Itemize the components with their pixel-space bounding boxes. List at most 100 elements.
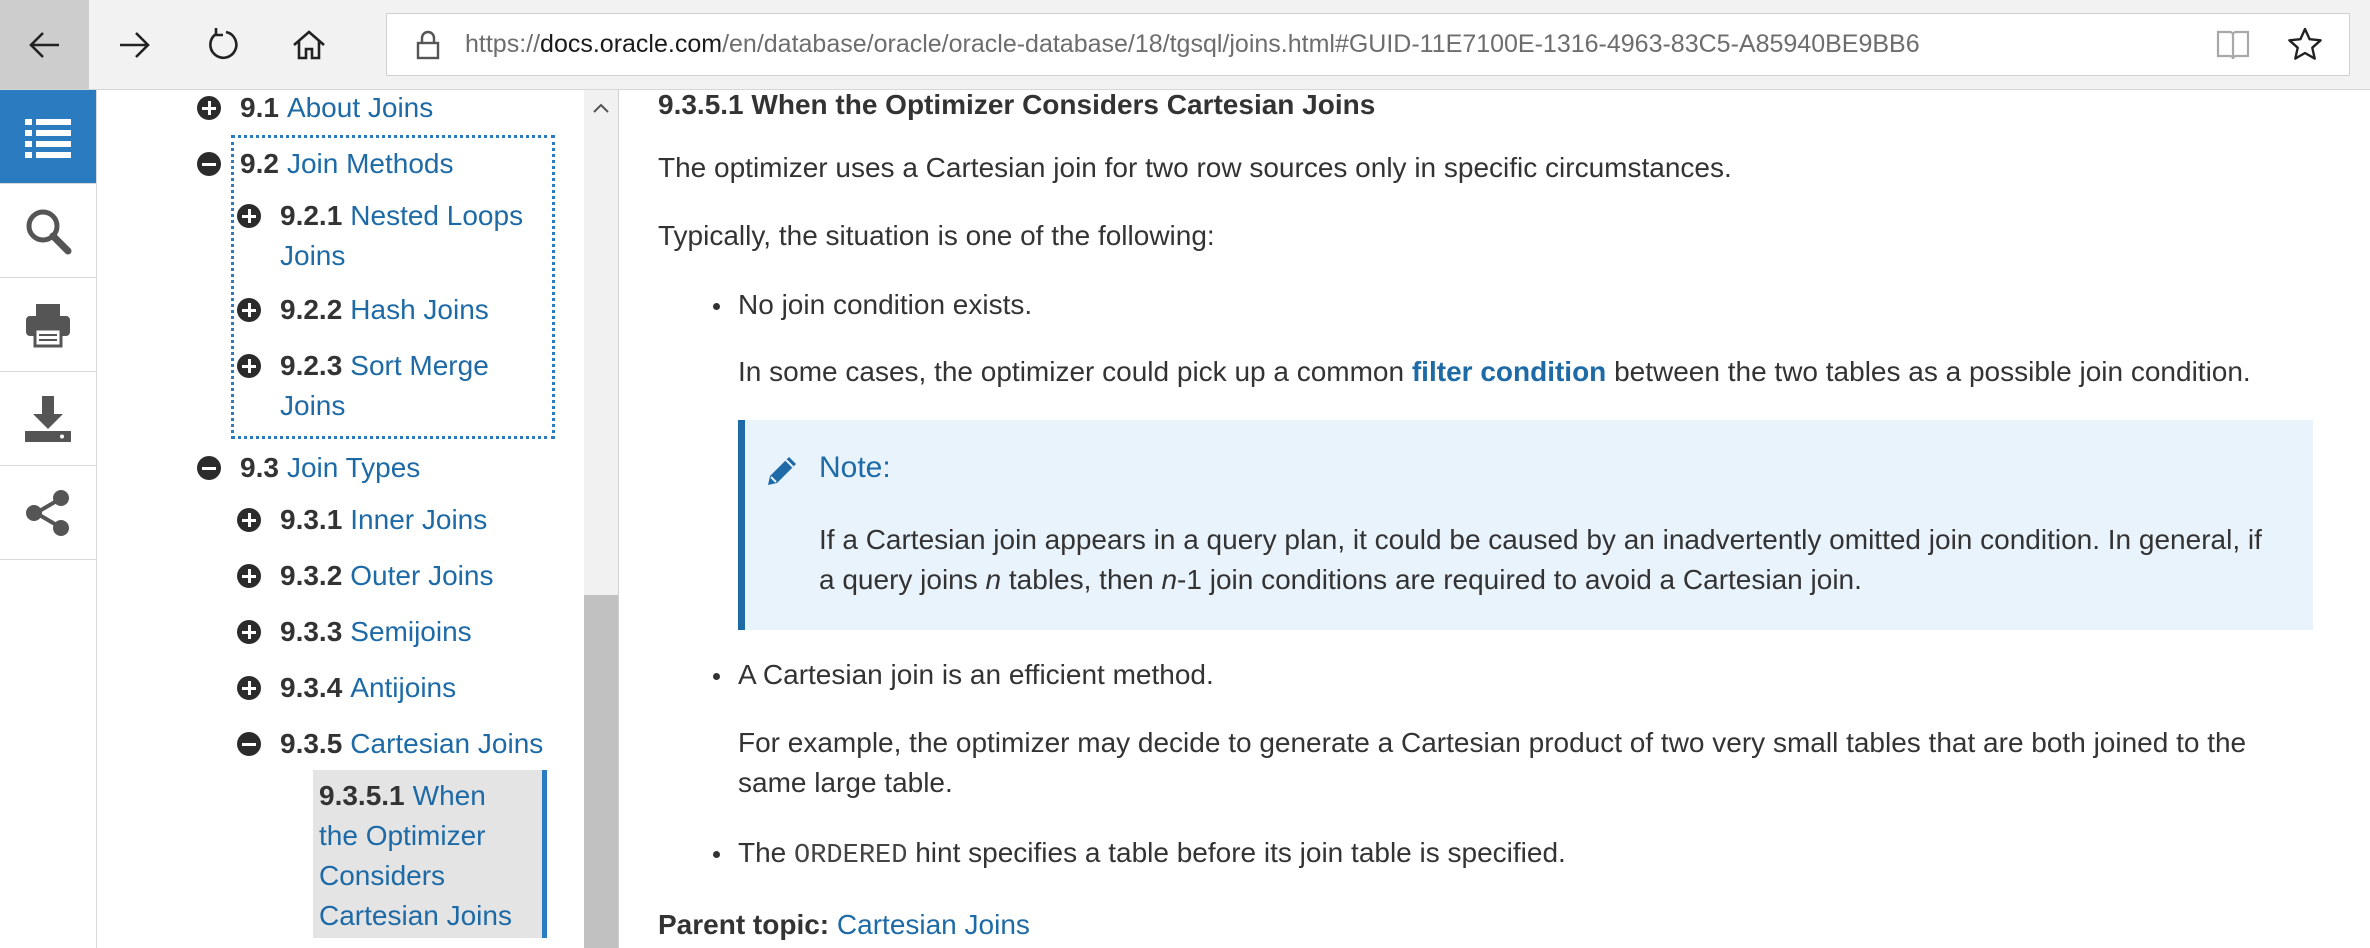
expand-plus-icon[interactable] <box>237 508 261 532</box>
arrow-left-icon <box>28 31 59 58</box>
parent-topic-link[interactable]: Cartesian Joins <box>837 909 1030 940</box>
expand-plus-icon[interactable] <box>237 204 261 228</box>
italic-n: n <box>985 564 1002 595</box>
toc-label: Nested Loops <box>350 200 524 231</box>
toc-item-sort-merge-joins-wrap[interactable]: Joins <box>280 386 345 426</box>
typically-paragraph: Typically, the situation is one of the f… <box>658 220 1215 251</box>
toc-item-join-types[interactable]: 9.3 Join Types <box>240 448 420 488</box>
toc-item-nested-loops-joins[interactable]: 9.2.1 Nested Loops <box>280 196 523 236</box>
toc-number: 9.2.1 <box>280 200 343 231</box>
italic-n: n <box>1161 564 1178 595</box>
print-button[interactable] <box>0 278 96 372</box>
example-paragraph-line: same large table. <box>738 767 953 798</box>
example-paragraph-line: For example, the optimizer may decide to… <box>738 727 2247 758</box>
scrollbar-thumb[interactable] <box>584 595 618 948</box>
list-icon <box>25 118 71 158</box>
refresh-button[interactable] <box>178 0 267 89</box>
url-path: /en/database/oracle/oracle-database/18/t… <box>722 30 1920 58</box>
toc-item-join-methods[interactable]: 9.2 Join Methods <box>240 144 453 184</box>
note-body: If a Cartesian join appears in a query p… <box>819 520 2289 600</box>
url-text[interactable]: https://docs.oracle.com/en/database/orac… <box>465 14 1920 75</box>
toc-item-antijoins[interactable]: 9.3.4 Antijoins <box>280 668 456 708</box>
print-icon <box>26 303 70 347</box>
toc-label: Joins <box>280 390 346 421</box>
panel-divider <box>618 90 619 948</box>
expand-plus-icon[interactable] <box>197 96 221 120</box>
toc-item-sort-merge-joins[interactable]: 9.2.3 Sort Merge <box>280 346 489 386</box>
toc-item-cartesian-joins[interactable]: 9.3.5 Cartesian Joins <box>280 724 543 764</box>
toc-item-about-joins[interactable]: 9.1 About Joins <box>240 90 433 128</box>
table-of-contents: 9.1 About Joins 9.2 Join Methods 9.2.1 Nest… <box>97 90 584 948</box>
pencil-icon <box>768 457 796 485</box>
filter-condition-term-link[interactable]: filter condition <box>1412 356 1606 387</box>
bullet-dot <box>713 303 720 310</box>
forward-button[interactable] <box>89 0 178 89</box>
toc-label: Considers <box>319 860 446 891</box>
reading-view-icon[interactable] <box>2215 28 2251 62</box>
toc-item-nested-loops-joins-wrap[interactable]: Joins <box>280 236 345 276</box>
toc-label: Hash Joins <box>350 294 489 325</box>
bullet-dot <box>713 851 720 858</box>
expand-plus-icon[interactable] <box>237 354 261 378</box>
text-span: -1 join conditions are required to avoid… <box>1177 564 1862 595</box>
address-bar[interactable]: https://docs.oracle.com/en/database/orac… <box>386 13 2350 76</box>
toc-toggle-button[interactable] <box>0 90 96 184</box>
download-icon <box>25 395 71 442</box>
toc-number: 9.3.5 <box>280 728 343 759</box>
home-icon <box>292 29 325 59</box>
text-span: The <box>738 837 795 868</box>
collapse-minus-icon[interactable] <box>237 732 261 756</box>
download-button[interactable] <box>0 372 96 466</box>
expand-plus-icon[interactable] <box>237 298 261 322</box>
toc-label: Join Types <box>286 452 421 483</box>
toc-label: When <box>412 780 486 811</box>
url-prefix: https:// <box>465 30 541 58</box>
toc-number: 9.3.1 <box>280 504 343 535</box>
back-button[interactable] <box>0 0 89 89</box>
text-span: a query joins <box>819 564 986 595</box>
code-ordered: ORDERED <box>794 841 908 871</box>
toc-label: Joins <box>280 240 346 271</box>
favorite-star-icon[interactable] <box>2285 25 2325 65</box>
toc-label: Join Methods <box>286 148 454 179</box>
share-icon <box>26 489 69 536</box>
collapse-minus-icon[interactable] <box>197 152 221 176</box>
scroll-up-button[interactable] <box>584 94 618 122</box>
toc-item-semijoins[interactable]: 9.3.3 Semijoins <box>280 612 472 652</box>
toc-number: 9.2.2 <box>280 294 343 325</box>
toc-number: 9.3.4 <box>280 672 343 703</box>
bullet-no-join-condition: No join condition exists. <box>738 289 1033 320</box>
toc-label: Semijoins <box>350 616 472 647</box>
toc-item-outer-joins[interactable]: 9.3.2 Outer Joins <box>280 556 493 596</box>
note-line: a query joins n tables, then n-1 join co… <box>819 560 2289 600</box>
toc-item-inner-joins[interactable]: 9.3.1 Inner Joins <box>280 500 487 540</box>
toc-number: 9.2.3 <box>280 350 343 381</box>
intro-paragraph: The optimizer uses a Cartesian join for … <box>658 152 1732 183</box>
share-button[interactable] <box>0 466 96 560</box>
search-button[interactable] <box>0 184 96 278</box>
expand-plus-icon[interactable] <box>237 564 261 588</box>
toc-item-when-optimizer-considers[interactable]: 9.3.5.1 When <box>319 776 486 816</box>
toc-item-current-wrap-3[interactable]: Cartesian Joins <box>319 896 512 936</box>
toc-item-hash-joins[interactable]: 9.2.2 Hash Joins <box>280 290 489 330</box>
toc-item-current-wrap-2[interactable]: Considers <box>319 856 445 896</box>
page-title: 9.3.5.1 When the Optimizer Considers Car… <box>658 89 1376 120</box>
expand-plus-icon[interactable] <box>237 620 261 644</box>
toc-label: Sort Merge <box>350 350 489 381</box>
toc-label: Cartesian Joins <box>350 728 544 759</box>
filter-condition-paragraph: In some cases, the optimizer could pick … <box>738 352 2251 392</box>
home-button[interactable] <box>264 0 353 89</box>
note-line: If a Cartesian join appears in a query p… <box>819 524 2262 555</box>
expand-plus-icon[interactable] <box>237 676 261 700</box>
toc-label: Inner Joins <box>350 504 488 535</box>
main-content: 9.3.5.1 When the Optimizer Considers Car… <box>658 89 2358 948</box>
collapse-minus-icon[interactable] <box>197 456 221 480</box>
text-span: In some cases, the optimizer could pick … <box>738 356 1412 387</box>
toc-number: 9.3.5.1 <box>319 780 405 811</box>
toc-item-current-wrap-1[interactable]: the Optimizer <box>319 816 486 856</box>
toc-number: 9.3.2 <box>280 560 343 591</box>
url-host: docs.oracle.com <box>540 30 723 58</box>
text-span: hint specifies a table before its join t… <box>907 837 1566 868</box>
toc-number: 9.3.3 <box>280 616 343 647</box>
parent-topic-label: Parent topic: <box>658 909 830 940</box>
